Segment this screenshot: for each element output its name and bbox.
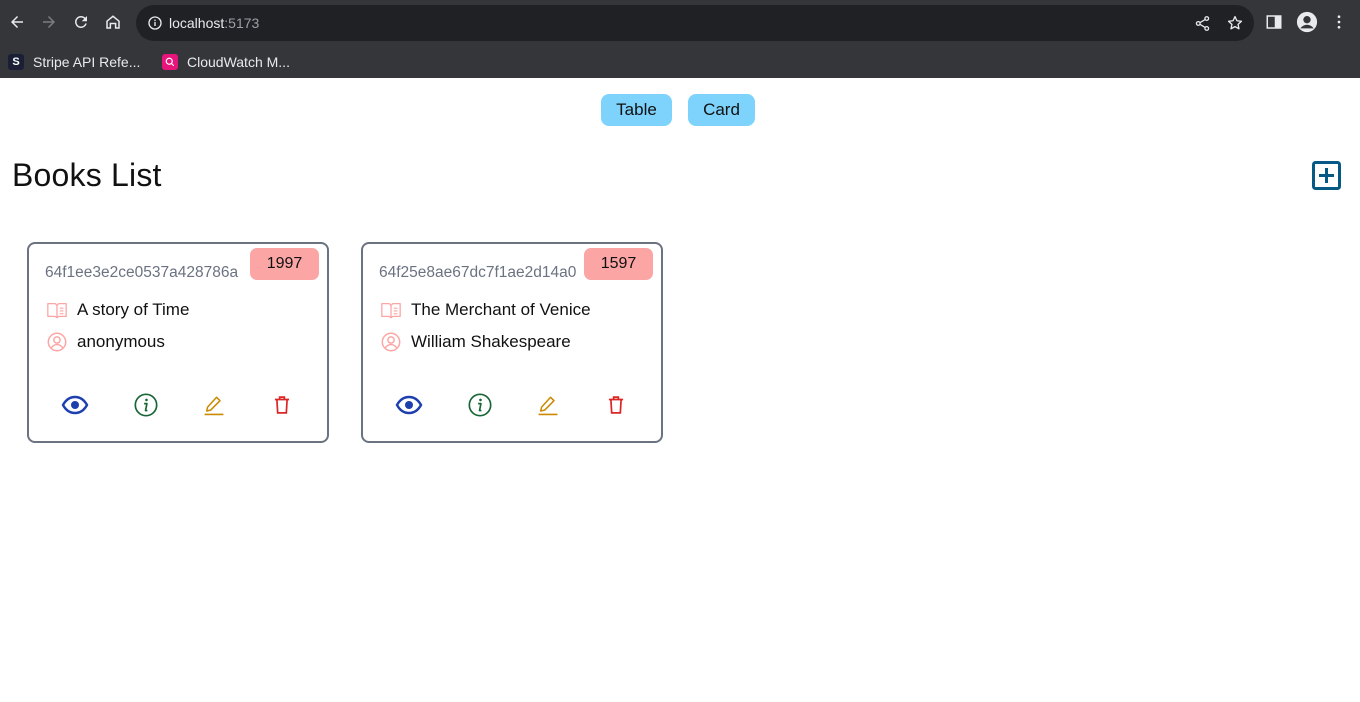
address-bar[interactable]: localhost:5173 — [136, 5, 1254, 41]
view-eye-icon[interactable] — [60, 390, 90, 420]
browser-toolbar: localhost:5173 — [0, 0, 1360, 44]
book-id: 64f1ee3e2ce0537a428786a — [45, 264, 239, 281]
side-panel-icon[interactable] — [1262, 10, 1286, 34]
site-info-icon[interactable] — [146, 14, 164, 32]
book-title: The Merchant of Venice — [411, 300, 591, 319]
book-open-icon — [45, 298, 69, 322]
book-title: A story of Time — [77, 300, 190, 319]
book-title-row: A story of Time — [45, 298, 189, 322]
book-id: 64f25e8ae67dc7f1ae2d14a0 — [379, 264, 577, 281]
book-author-row: anonymous — [45, 330, 165, 354]
book-card: 64f25e8ae67dc7f1ae2d14a0 1597 The Mercha… — [361, 242, 663, 443]
card-view-button[interactable]: Card — [688, 94, 755, 126]
url-host: localhost — [169, 15, 225, 31]
delete-trash-icon[interactable] — [601, 390, 631, 420]
book-title-row: The Merchant of Venice — [379, 298, 591, 322]
add-book-button[interactable] — [1312, 161, 1341, 190]
table-view-button[interactable]: Table — [601, 94, 672, 126]
view-eye-icon[interactable] — [394, 390, 424, 420]
user-circle-icon — [45, 330, 69, 354]
page-title: Books List — [12, 157, 162, 193]
card-actions — [29, 390, 327, 420]
edit-pencil-icon[interactable] — [199, 390, 229, 420]
publish-year-badge: 1597 — [584, 248, 653, 280]
url-text[interactable]: localhost:5173 — [169, 5, 259, 41]
book-author: William Shakespeare — [411, 332, 571, 351]
bookmark-label: Stripe API Refe... — [33, 54, 141, 70]
browser-chrome: localhost:5173 S Stripe API Refe... Clou… — [0, 0, 1360, 78]
book-open-icon — [379, 298, 403, 322]
app-page: Table Card Books List 64f1ee3e2ce0537a42… — [0, 78, 1360, 702]
forward-icon[interactable] — [33, 6, 65, 38]
browser-menu-icon[interactable] — [1327, 10, 1351, 34]
card-actions — [363, 390, 661, 420]
book-author: anonymous — [77, 332, 165, 351]
delete-trash-icon[interactable] — [267, 390, 297, 420]
profile-avatar-icon[interactable] — [1295, 10, 1319, 34]
book-card: 64f1ee3e2ce0537a428786a 1997 A story of … — [27, 242, 329, 443]
stripe-favicon: S — [8, 54, 24, 70]
reload-icon[interactable] — [65, 6, 97, 38]
back-icon[interactable] — [1, 6, 33, 38]
bookmark-stripe[interactable]: S Stripe API Refe... — [8, 51, 140, 73]
url-port: :5173 — [224, 15, 260, 31]
view-toggle: Table Card — [0, 94, 1360, 126]
share-icon[interactable] — [1192, 13, 1212, 33]
info-icon[interactable] — [131, 390, 161, 420]
user-circle-icon — [379, 330, 403, 354]
home-icon[interactable] — [97, 6, 129, 38]
plus-square-icon — [1312, 161, 1341, 190]
edit-pencil-icon[interactable] — [533, 390, 563, 420]
bookmark-cloudwatch[interactable]: CloudWatch M... — [162, 51, 290, 73]
book-author-row: William Shakespeare — [379, 330, 571, 354]
publish-year-badge: 1997 — [250, 248, 319, 280]
cloudwatch-favicon — [162, 54, 178, 70]
info-icon[interactable] — [465, 390, 495, 420]
bookmarks-bar: S Stripe API Refe... CloudWatch M... — [0, 44, 1360, 78]
bookmark-star-icon[interactable] — [1225, 13, 1245, 33]
bookmark-label: CloudWatch M... — [187, 54, 290, 70]
